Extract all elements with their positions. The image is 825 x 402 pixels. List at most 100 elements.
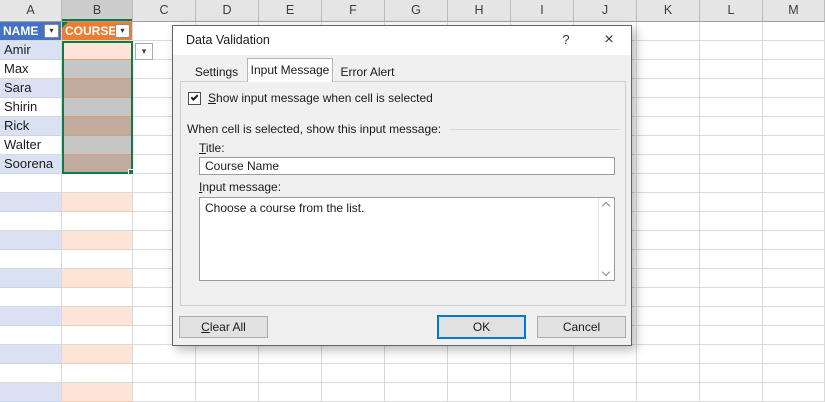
grid-cell[interactable] bbox=[700, 307, 763, 326]
grid-cell[interactable] bbox=[700, 155, 763, 174]
cell-name-max[interactable]: Max bbox=[0, 60, 62, 79]
scroll-up-icon[interactable] bbox=[602, 202, 610, 210]
grid-cell[interactable] bbox=[700, 269, 763, 288]
textarea-scrollbar[interactable] bbox=[598, 198, 614, 280]
grid-cell[interactable] bbox=[259, 364, 322, 383]
grid-cell[interactable] bbox=[637, 22, 700, 41]
grid-cell[interactable] bbox=[511, 345, 574, 364]
grid-cell[interactable] bbox=[700, 79, 763, 98]
grid-cell[interactable] bbox=[448, 364, 511, 383]
grid-cell[interactable] bbox=[700, 41, 763, 60]
grid-cell[interactable] bbox=[700, 231, 763, 250]
input-message-textarea[interactable]: Choose a course from the list. bbox=[199, 197, 615, 281]
grid-cell[interactable] bbox=[322, 345, 385, 364]
grid-cell[interactable] bbox=[637, 155, 700, 174]
grid-cell[interactable] bbox=[763, 231, 825, 250]
grid-cell[interactable] bbox=[448, 345, 511, 364]
column-header-a[interactable]: A bbox=[0, 0, 62, 22]
grid-cell[interactable] bbox=[637, 98, 700, 117]
cell-course-selected[interactable] bbox=[62, 155, 133, 174]
grid-cell[interactable] bbox=[637, 117, 700, 136]
column-header-h[interactable]: H bbox=[448, 0, 511, 22]
column-header-m[interactable]: M bbox=[763, 0, 825, 22]
grid-cell[interactable] bbox=[574, 364, 637, 383]
grid-cell[interactable] bbox=[637, 174, 700, 193]
cell-course-selected[interactable] bbox=[62, 60, 133, 79]
cell-course-selected[interactable] bbox=[62, 98, 133, 117]
grid-cell[interactable] bbox=[763, 364, 825, 383]
grid-cell[interactable] bbox=[700, 22, 763, 41]
grid-cell[interactable] bbox=[196, 364, 259, 383]
grid-cell[interactable] bbox=[62, 212, 133, 231]
grid-cell[interactable] bbox=[637, 307, 700, 326]
grid-cell[interactable] bbox=[763, 60, 825, 79]
grid-cell[interactable] bbox=[700, 136, 763, 155]
ok-button[interactable]: OK bbox=[437, 315, 526, 339]
grid-cell[interactable] bbox=[700, 174, 763, 193]
grid-cell[interactable] bbox=[763, 193, 825, 212]
grid-cell[interactable] bbox=[448, 383, 511, 402]
grid-cell[interactable] bbox=[763, 117, 825, 136]
grid-cell[interactable] bbox=[0, 212, 62, 231]
grid-cell[interactable] bbox=[763, 79, 825, 98]
grid-cell[interactable] bbox=[62, 383, 133, 402]
grid-cell[interactable] bbox=[700, 98, 763, 117]
grid-cell[interactable] bbox=[763, 269, 825, 288]
table-header-name[interactable]: NAME▾ bbox=[0, 22, 62, 41]
cancel-button[interactable]: Cancel bbox=[537, 316, 626, 338]
grid-cell[interactable] bbox=[637, 193, 700, 212]
scroll-down-icon[interactable] bbox=[602, 268, 610, 276]
column-header-g[interactable]: G bbox=[385, 0, 448, 22]
grid-cell[interactable] bbox=[700, 383, 763, 402]
grid-cell[interactable] bbox=[574, 345, 637, 364]
grid-cell[interactable] bbox=[511, 364, 574, 383]
grid-cell[interactable] bbox=[62, 288, 133, 307]
grid-cell[interactable] bbox=[133, 345, 196, 364]
title-input[interactable]: Course Name bbox=[199, 157, 615, 175]
grid-cell[interactable] bbox=[763, 288, 825, 307]
grid-cell[interactable] bbox=[133, 383, 196, 402]
grid-cell[interactable] bbox=[0, 288, 62, 307]
grid-cell[interactable] bbox=[0, 326, 62, 345]
grid-cell[interactable] bbox=[62, 193, 133, 212]
grid-cell[interactable] bbox=[196, 383, 259, 402]
grid-cell[interactable] bbox=[700, 212, 763, 231]
cell-course-selected[interactable] bbox=[62, 41, 133, 60]
grid-cell[interactable] bbox=[62, 364, 133, 383]
grid-cell[interactable] bbox=[637, 345, 700, 364]
column-header-i[interactable]: I bbox=[511, 0, 574, 22]
grid-cell[interactable] bbox=[763, 250, 825, 269]
validation-dropdown-button[interactable]: ▾ bbox=[135, 43, 153, 60]
grid-cell[interactable] bbox=[700, 117, 763, 136]
grid-cell[interactable] bbox=[637, 288, 700, 307]
grid-cell[interactable] bbox=[62, 269, 133, 288]
grid-cell[interactable] bbox=[763, 174, 825, 193]
grid-cell[interactable] bbox=[700, 250, 763, 269]
grid-cell[interactable] bbox=[637, 326, 700, 345]
grid-cell[interactable] bbox=[763, 155, 825, 174]
grid-cell[interactable] bbox=[0, 174, 62, 193]
grid-cell[interactable] bbox=[763, 326, 825, 345]
grid-cell[interactable] bbox=[700, 364, 763, 383]
grid-cell[interactable] bbox=[511, 383, 574, 402]
grid-cell[interactable] bbox=[637, 79, 700, 98]
grid-cell[interactable] bbox=[0, 364, 62, 383]
grid-cell[interactable] bbox=[763, 212, 825, 231]
grid-cell[interactable] bbox=[763, 383, 825, 402]
grid-cell[interactable] bbox=[637, 250, 700, 269]
show-message-checkbox[interactable] bbox=[188, 92, 201, 105]
grid-cell[interactable] bbox=[0, 250, 62, 269]
grid-cell[interactable] bbox=[385, 345, 448, 364]
column-header-f[interactable]: F bbox=[322, 0, 385, 22]
grid-cell[interactable] bbox=[763, 98, 825, 117]
grid-cell[interactable] bbox=[322, 364, 385, 383]
close-icon[interactable]: × bbox=[596, 26, 622, 55]
cell-course-selected[interactable] bbox=[62, 136, 133, 155]
cell-name-sara[interactable]: Sara bbox=[0, 79, 62, 98]
grid-cell[interactable] bbox=[700, 288, 763, 307]
grid-cell[interactable] bbox=[763, 136, 825, 155]
grid-cell[interactable] bbox=[259, 383, 322, 402]
grid-cell[interactable] bbox=[637, 136, 700, 155]
column-header-b[interactable]: B bbox=[62, 0, 133, 22]
cell-course-selected[interactable] bbox=[62, 79, 133, 98]
